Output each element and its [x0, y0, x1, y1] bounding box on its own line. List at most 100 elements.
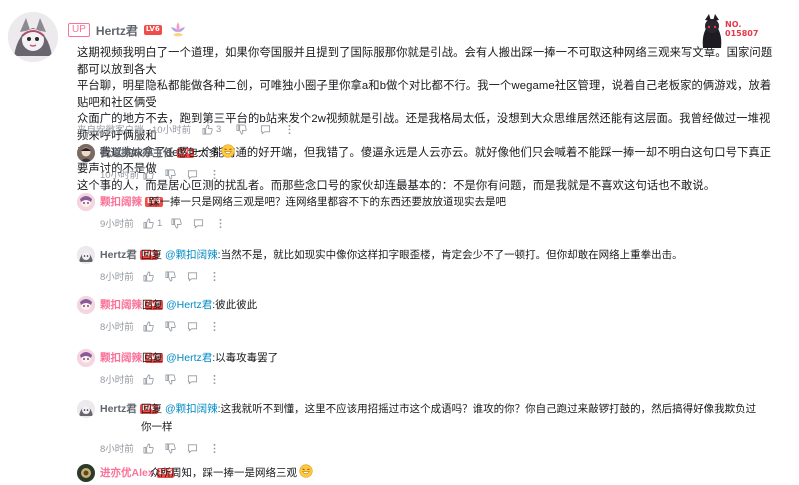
- more-button[interactable]: [209, 321, 229, 332]
- timestamp: 10小时前: [100, 170, 140, 181]
- reply-text: 憨包太多: [177, 144, 235, 162]
- thumbs-up-icon: [143, 169, 154, 179]
- reply-icon: [187, 374, 198, 384]
- main-username[interactable]: Hertz君: [96, 22, 138, 39]
- reply-prefix: 回复: [142, 299, 163, 311]
- mention-link[interactable]: @Hertz君: [166, 352, 212, 364]
- like-button[interactable]: 1: [143, 218, 171, 229]
- mention-link[interactable]: @颗扣阔辣: [165, 249, 218, 261]
- reply-button[interactable]: [187, 374, 209, 385]
- more-button[interactable]: [284, 124, 304, 135]
- dislike-button[interactable]: [236, 124, 260, 135]
- like-count: 3: [216, 123, 222, 135]
- timestamp: 8小时前: [100, 272, 134, 283]
- reply-icon: [260, 124, 271, 134]
- thumbs-up-icon: [143, 321, 154, 331]
- more-icon: [213, 321, 216, 331]
- reply-button[interactable]: [187, 271, 209, 282]
- reply-button[interactable]: [187, 321, 209, 332]
- more-button[interactable]: [215, 218, 235, 229]
- timestamp: 9小时前: [100, 219, 134, 230]
- reply-prefix: 回复: [141, 403, 162, 415]
- emoji: [219, 144, 235, 159]
- mention-link[interactable]: @颗扣阔辣: [165, 403, 218, 415]
- timestamp: 8小时前: [100, 375, 134, 386]
- reply-avatar[interactable]: [77, 464, 95, 482]
- emoji: [297, 464, 313, 479]
- reply-username-text: 颗扣阔辣: [100, 196, 142, 208]
- dislike-button[interactable]: [165, 321, 187, 332]
- reply-avatar[interactable]: [77, 193, 95, 211]
- user-avatar[interactable]: [8, 12, 58, 62]
- reply-item: 颗扣阔辣 LV6 踩一捧一只是网络三观是吧？连网络里都容不下的东西还要放放道现实去是…: [77, 193, 777, 233]
- mention-link[interactable]: @Hertz君: [166, 299, 212, 311]
- reply-avatar[interactable]: [77, 349, 95, 367]
- reply-body: :这我就听不到懂，这里不应该用招摇过市这个成语吗？谁攻的你？你自己跑过来敲锣打鼓…: [217, 403, 757, 415]
- timestamp: 8小时前: [100, 322, 134, 333]
- reply-username-text: 颗扣阔辣: [100, 352, 142, 364]
- reply-prefix: 回复: [142, 352, 163, 364]
- main-comment-line: 这期视频我明白了一个道理，如果你夸国服并且提到了国际服那你就是引战。会有人搬出踩…: [77, 47, 773, 76]
- thumbs-down-icon: [165, 443, 176, 453]
- reply-text: 回复 @Hertz君:以毒攻毒罢了: [142, 349, 278, 367]
- reply-avatar[interactable]: [77, 246, 95, 264]
- reply-body: 众所周知，踩一捧一是网络三观: [150, 467, 297, 479]
- more-icon: [219, 218, 222, 228]
- reply-icon: [187, 271, 198, 281]
- dislike-button[interactable]: [165, 271, 187, 282]
- thumbs-up-icon: [143, 218, 154, 228]
- more-button[interactable]: [209, 374, 229, 385]
- dislike-button[interactable]: [165, 374, 187, 385]
- up-tag: UP: [68, 23, 90, 37]
- reply-avatar[interactable]: [77, 296, 95, 314]
- reply-icon: [187, 169, 198, 179]
- reply-username-text: Hertz君: [100, 249, 137, 261]
- reply-meta: 8小时前: [100, 372, 229, 386]
- thumbs-up-icon: [143, 271, 154, 281]
- like-button[interactable]: [143, 271, 165, 282]
- timestamp: 8小时前: [100, 444, 134, 455]
- reply-username-text: 颗扣阔辣: [100, 299, 142, 311]
- fan-badge-number: NO. 015807: [725, 20, 759, 38]
- timestamp: 10小时前: [152, 125, 192, 136]
- like-button[interactable]: [143, 169, 165, 180]
- level-badge: LV6: [143, 25, 162, 35]
- reply-item: 颗扣阔辣 LV6 回复 @Hertz君:以毒攻毒罢了 8小时前: [77, 349, 777, 389]
- reply-body: :以毒攻毒罢了: [212, 352, 279, 364]
- location-text: 来自安徽客户端: [77, 125, 144, 136]
- reply-avatar[interactable]: [77, 400, 95, 418]
- main-comment-header: UP Hertz君 LV6: [68, 20, 188, 40]
- reply-meta: 9小时前 1: [100, 216, 235, 230]
- more-button[interactable]: [209, 443, 229, 454]
- thumbs-up-icon: [143, 374, 154, 384]
- more-icon: [213, 169, 216, 179]
- reply-button[interactable]: [187, 169, 209, 180]
- reply-username-text: 进亦优Alex: [100, 467, 154, 479]
- like-button[interactable]: 3: [202, 124, 236, 135]
- dislike-button[interactable]: [165, 443, 187, 454]
- reply-meta: 10小时前: [100, 167, 229, 181]
- dislike-button[interactable]: [165, 169, 187, 180]
- reply-text: 回复 @颗扣阔辣:这我就听不到懂，这里不应该用招摇过市这个成语吗？谁攻的你？你自己…: [141, 400, 781, 436]
- like-button[interactable]: [143, 321, 165, 332]
- reply-button[interactable]: [193, 218, 215, 229]
- reply-item: 进亦优Alex LV6 众所周知，踩一捧一是网络三观: [77, 464, 777, 485]
- thumbs-down-icon: [165, 374, 176, 384]
- thumbs-down-icon: [165, 321, 176, 331]
- main-comment-line: 平台聊，明星隐私都能做各种二创，可唯独小圈子里你拿a和b做个对比都不行。我一个w…: [77, 80, 772, 109]
- more-button[interactable]: [209, 271, 229, 282]
- reply-text: 众所周知，踩一捧一是网络三观: [150, 464, 313, 482]
- more-button[interactable]: [209, 169, 229, 180]
- like-button[interactable]: [143, 443, 165, 454]
- flower-decoration-icon: [168, 20, 188, 40]
- reply-button[interactable]: [187, 443, 209, 454]
- reply-meta: 8小时前: [100, 319, 229, 333]
- thumbs-up-icon: [202, 124, 213, 134]
- main-comment-meta: 来自安徽客户端 10小时前 3: [77, 122, 304, 136]
- reply-avatar[interactable]: [77, 144, 95, 162]
- reply-icon: [193, 218, 204, 228]
- like-button[interactable]: [143, 374, 165, 385]
- more-icon: [213, 374, 216, 384]
- dislike-button[interactable]: [171, 218, 193, 229]
- reply-button[interactable]: [260, 124, 284, 135]
